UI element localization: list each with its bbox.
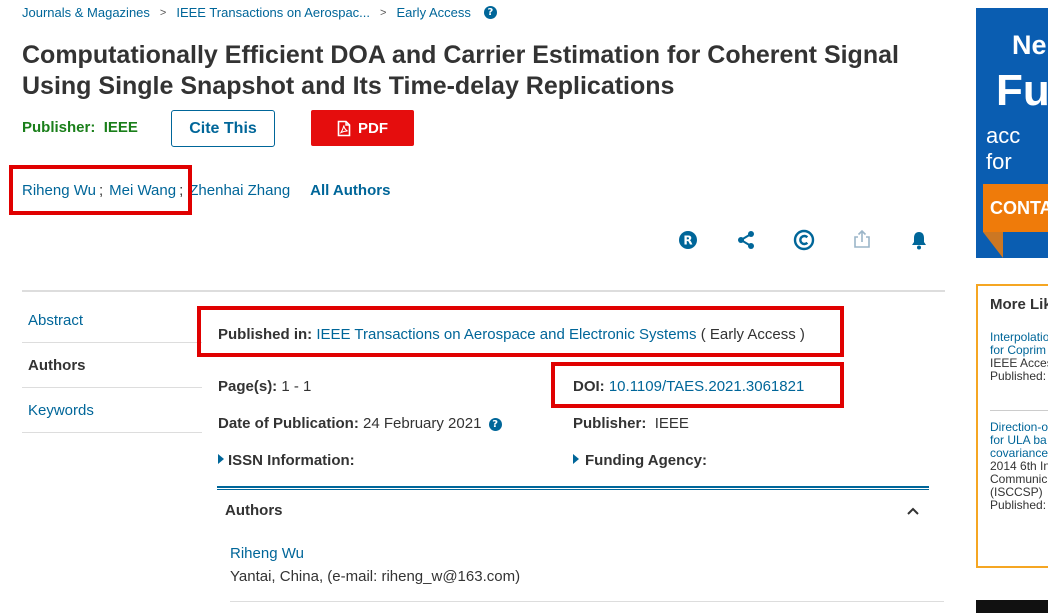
ad-text-line2: Fu [996, 66, 1048, 115]
pdf-button[interactable]: PDF [311, 110, 414, 146]
breadcrumb-early-access[interactable]: Early Access [396, 5, 470, 20]
issn-label: ISSN Information: [228, 452, 355, 469]
pdf-icon [337, 120, 351, 136]
svg-text:R: R [683, 234, 692, 248]
cite-this-button[interactable]: Cite This [171, 110, 275, 147]
publisher-meta-value: IEEE [654, 415, 689, 432]
doi-link[interactable]: 10.1109/TAES.2021.3061821 [609, 378, 804, 395]
r-badge-icon[interactable]: R [677, 229, 699, 251]
related-item-title[interactable]: covariance [990, 446, 1048, 460]
published-in: Published in: IEEE Transactions on Aeros… [218, 326, 805, 343]
breadcrumb-separator: > [159, 6, 167, 19]
chevron-up-icon[interactable] [905, 503, 921, 524]
doi-label: DOI: [573, 378, 605, 395]
bell-icon[interactable] [908, 229, 930, 251]
ad-contact-button[interactable]: CONTA [983, 184, 1048, 232]
advertisement-banner[interactable]: Ne Fu acc for CONTA [976, 8, 1048, 258]
publisher-info: Publisher: IEEE [22, 119, 138, 136]
author-separator: ; [98, 182, 104, 199]
related-item-published: Published: [990, 369, 1047, 383]
caret-right-icon [573, 454, 579, 464]
pages-value: 1 - 1 [281, 378, 312, 395]
publisher-meta-label: Publisher: [573, 415, 647, 432]
author-list: Riheng Wu ; Mei Wang ; Zhenhai Zhang All… [22, 182, 390, 199]
publication-date-info: Date of Publication: 24 February 2021 ? [218, 415, 502, 432]
publisher-label: Publisher: [22, 119, 96, 136]
more-like-this-heading: More Lik [990, 296, 1048, 313]
section-divider [22, 290, 945, 292]
doi-info: DOI: 10.1109/TAES.2021.3061821 [573, 378, 804, 395]
related-item-title[interactable]: Direction-o [990, 420, 1048, 434]
breadcrumb-journals[interactable]: Journals & Magazines [22, 5, 150, 20]
breadcrumb: Journals & Magazines > IEEE Transactions… [22, 5, 497, 20]
breadcrumb-separator: > [380, 6, 387, 19]
published-in-status: ( Early Access ) [700, 326, 805, 343]
published-in-label: Published in: [218, 326, 313, 343]
related-item-title[interactable]: Interpolatio [990, 330, 1048, 344]
more-like-this-panel: More Lik Interpolatio for Coprim IEEE Ac… [976, 284, 1048, 568]
authors-section-rule [217, 486, 929, 490]
author-entry-divider [230, 601, 944, 602]
related-item-title[interactable]: for ULA ba [990, 433, 1047, 447]
bottom-banner [976, 600, 1048, 613]
ad-text-line1: Ne [1012, 30, 1047, 60]
author-entry-affiliation: Yantai, China, (e-mail: riheng_w@163.com… [230, 568, 521, 585]
related-item-published: Published: [990, 498, 1047, 512]
date-value: 24 February 2021 [363, 415, 482, 432]
pages-label: Page(s): [218, 378, 278, 395]
funding-toggle[interactable]: Funding Agency: [573, 452, 707, 469]
article-title: Computationally Efficient DOA and Carrie… [22, 41, 899, 100]
help-icon[interactable]: ? [488, 418, 502, 431]
ad-text-line3a: acc [986, 123, 1021, 148]
ad-text-line3b: for [986, 149, 1012, 174]
pdf-label: PDF [358, 119, 388, 137]
share-icon[interactable] [735, 229, 757, 251]
author-separator: ; [179, 182, 184, 199]
author-link-mei-wang[interactable]: Mei Wang [109, 182, 176, 199]
publisher-meta: Publisher: IEEE [573, 415, 689, 432]
export-icon[interactable] [851, 228, 873, 250]
authors-section-heading[interactable]: Authors [225, 502, 283, 519]
date-label: Date of Publication: [218, 415, 359, 432]
ad-text-line3: acc for [986, 123, 1020, 175]
related-item-title[interactable]: for Coprim [990, 343, 1046, 357]
author-link-riheng-wu[interactable]: Riheng Wu [22, 182, 96, 199]
author-link-zhenhai-zhang[interactable]: Zhenhai Zhang [189, 182, 290, 199]
help-icon[interactable]: ? [483, 6, 497, 19]
related-item-divider [990, 410, 1048, 411]
all-authors-link[interactable]: All Authors [310, 182, 390, 199]
breadcrumb-transactions[interactable]: IEEE Transactions on Aerospac... [176, 5, 370, 20]
publisher-value: IEEE [103, 119, 138, 136]
pages-info: Page(s): 1 - 1 [218, 378, 311, 395]
caret-right-icon [218, 454, 224, 464]
sidebar-item-abstract[interactable]: Abstract [22, 298, 202, 343]
copyright-icon[interactable] [793, 229, 815, 251]
sidebar-item-authors[interactable]: Authors [22, 343, 202, 388]
ad-arrow-icon [983, 232, 1003, 258]
funding-label: Funding Agency: [585, 452, 707, 469]
published-in-journal-link[interactable]: IEEE Transactions on Aerospace and Elect… [316, 326, 696, 343]
author-entry-name[interactable]: Riheng Wu [230, 545, 304, 562]
related-item[interactable]: Direction-o for ULA ba covariance 2014 6… [990, 421, 1048, 512]
sidebar-item-keywords[interactable]: Keywords [22, 388, 202, 433]
issn-toggle[interactable]: ISSN Information: [218, 452, 355, 469]
related-item[interactable]: Interpolatio for Coprim IEEE Acces Publi… [990, 331, 1048, 383]
